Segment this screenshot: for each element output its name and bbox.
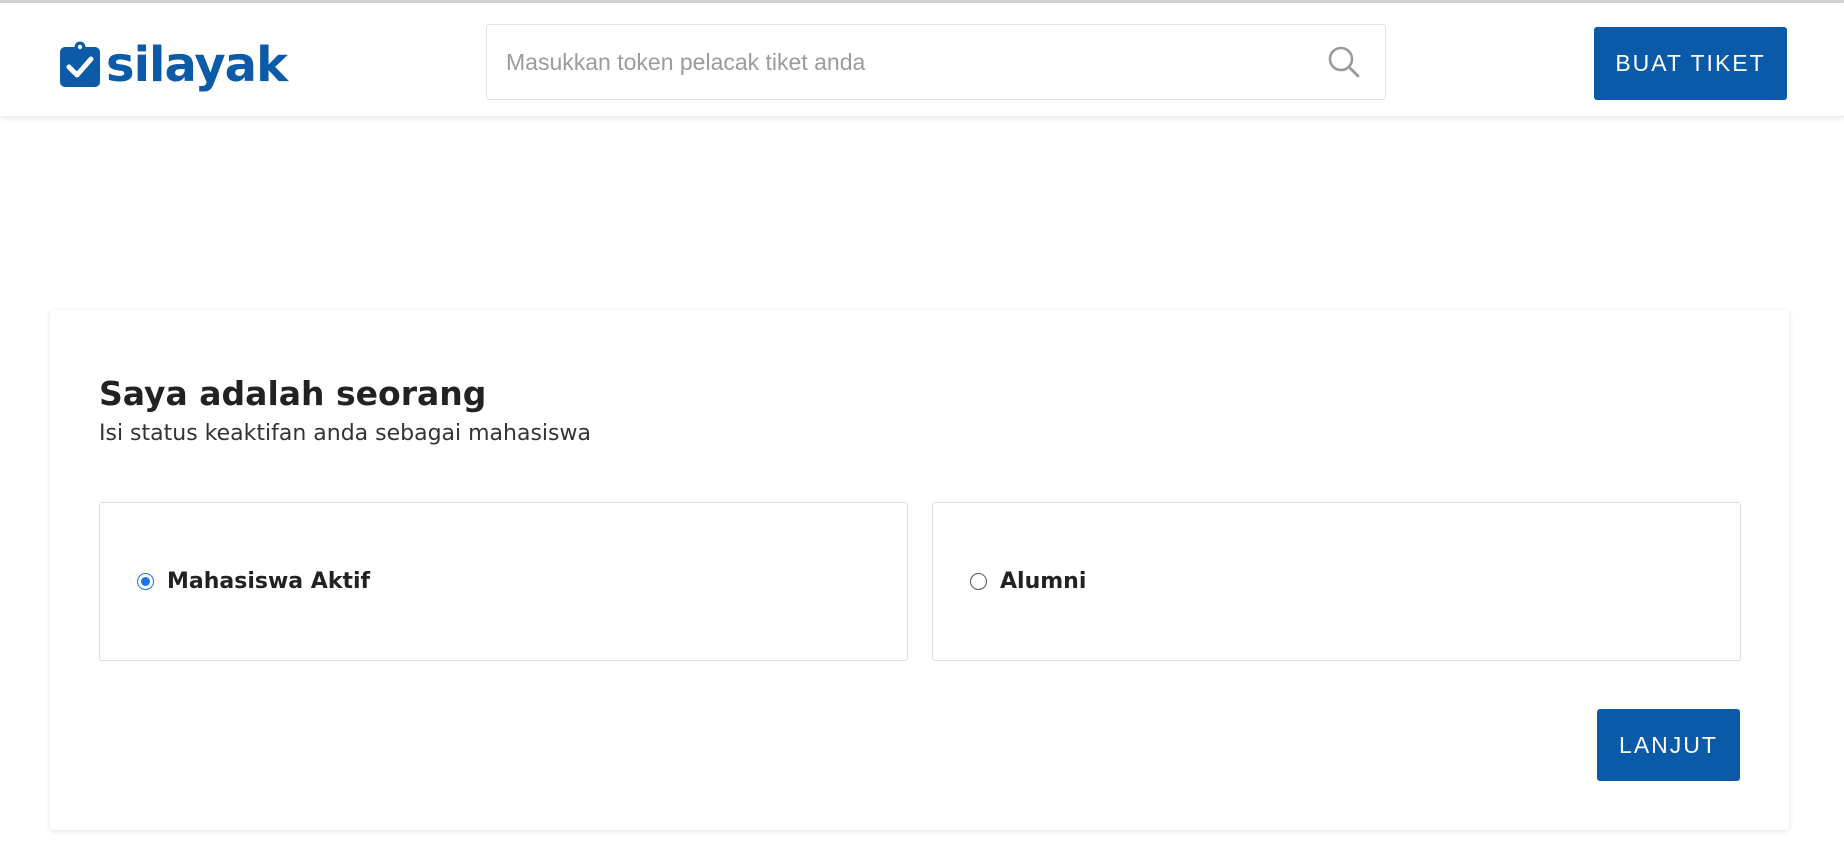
option-mahasiswa-aktif[interactable]: Mahasiswa Aktif: [99, 502, 908, 661]
radio-alumni[interactable]: [970, 573, 987, 590]
status-selection-card: Saya adalah seorang Isi status keaktifan…: [50, 310, 1789, 830]
clipboard-check-icon: [60, 41, 100, 87]
brand-name: silayak: [106, 37, 288, 93]
form-title: Saya adalah seorang: [99, 374, 487, 413]
create-ticket-button[interactable]: BUAT TIKET: [1594, 27, 1787, 100]
option-label: Alumni: [1000, 569, 1087, 594]
next-button[interactable]: LANJUT: [1597, 709, 1740, 781]
search-icon[interactable]: [1327, 45, 1361, 79]
option-label: Mahasiswa Aktif: [167, 569, 371, 594]
top-navbar: silayak BUAT TIKET: [0, 3, 1844, 117]
radio-mahasiswa-aktif[interactable]: [137, 573, 154, 590]
option-alumni[interactable]: Alumni: [932, 502, 1741, 661]
form-subtitle: Isi status keaktifan anda sebagai mahasi…: [99, 421, 591, 446]
ticket-token-input[interactable]: [506, 25, 1306, 99]
brand-logo[interactable]: silayak: [58, 37, 288, 93]
ticket-search-bar: [486, 24, 1386, 100]
